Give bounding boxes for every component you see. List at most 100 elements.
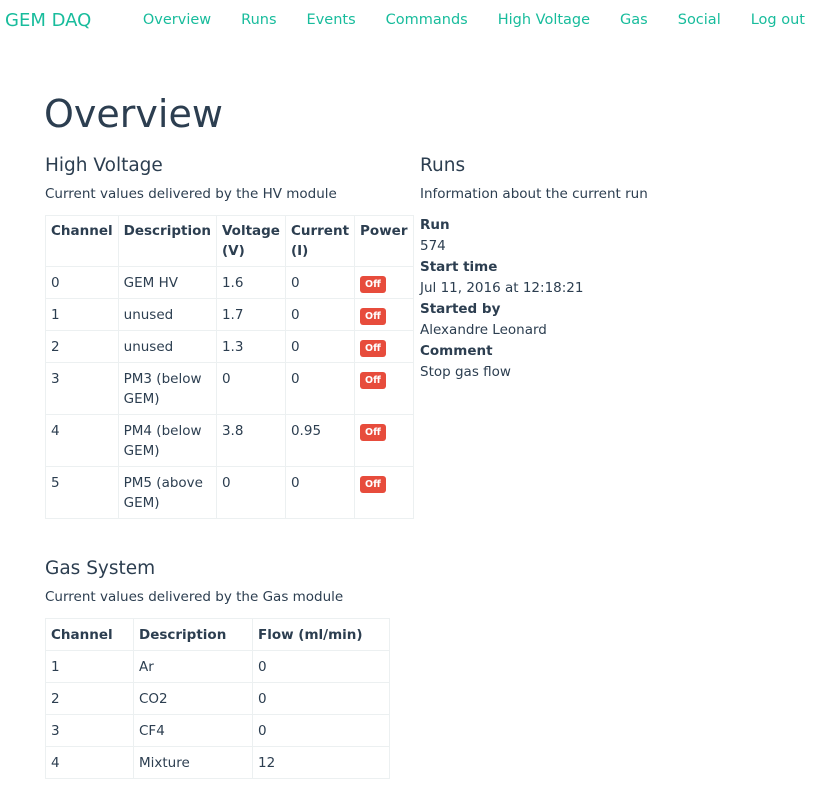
hv-current: 0.95 — [284, 414, 356, 467]
hv-channel: 0 — [45, 266, 119, 299]
power-off-badge[interactable]: Off — [360, 424, 386, 441]
hv-header-row: Channel Description Voltage (V) Current … — [45, 215, 414, 267]
hv-power-cell: Off — [354, 330, 414, 363]
gas-col-channel: Channel — [45, 618, 134, 651]
hv-power-cell: Off — [354, 298, 414, 331]
run-details: Run 574 Start time Jul 11, 2016 at 12:18… — [420, 215, 800, 383]
nav-link-overview[interactable]: Overview — [143, 12, 211, 28]
table-row: 3 PM3 (below GEM) 0 0 Off — [45, 362, 414, 415]
hv-description: GEM HV — [117, 266, 217, 299]
hv-voltage: 1.7 — [215, 298, 286, 331]
gas-flow: 0 — [252, 650, 390, 683]
hv-power-cell: Off — [354, 362, 414, 415]
gas-col-description: Description — [133, 618, 253, 651]
gas-lead: Current values delivered by the Gas modu… — [45, 589, 344, 605]
hv-channel: 5 — [45, 466, 119, 519]
nav-link-commands[interactable]: Commands — [386, 12, 468, 28]
gas-flow: 0 — [252, 714, 390, 747]
brand-link[interactable]: GEM DAQ — [5, 10, 91, 31]
hv-col-power: Power — [354, 215, 414, 267]
hv-power-cell: Off — [354, 414, 414, 467]
gas-table: Channel Description Flow (ml/min) 1 Ar 0… — [45, 618, 390, 779]
runs-heading: Runs — [420, 155, 466, 176]
power-off-badge[interactable]: Off — [360, 340, 386, 357]
table-row: 1 Ar 0 — [45, 650, 390, 683]
gas-description: CO2 — [133, 682, 253, 715]
hv-col-current: Current (I) — [284, 215, 356, 267]
table-row: 3 CF4 0 — [45, 714, 390, 747]
comment-value: Stop gas flow — [420, 364, 511, 380]
hv-description: PM5 (above GEM) — [117, 466, 217, 519]
hv-voltage: 0 — [215, 362, 286, 415]
gas-header-row: Channel Description Flow (ml/min) — [45, 618, 390, 651]
start-time-value: Jul 11, 2016 at 12:18:21 — [420, 280, 584, 296]
gas-col-flow: Flow (ml/min) — [252, 618, 390, 651]
power-off-badge[interactable]: Off — [360, 476, 386, 493]
table-row: 4 PM4 (below GEM) 3.8 0.95 Off — [45, 414, 414, 467]
gas-system-section: Gas System Current values delivered by t… — [45, 558, 390, 779]
hv-description: unused — [117, 330, 217, 363]
started-by-value: Alexandre Leonard — [420, 322, 547, 338]
hv-table: Channel Description Voltage (V) Current … — [45, 215, 414, 519]
power-off-badge[interactable]: Off — [360, 308, 386, 325]
hv-voltage: 0 — [215, 466, 286, 519]
hv-power-cell: Off — [354, 266, 414, 299]
hv-channel: 1 — [45, 298, 119, 331]
hv-description: PM4 (below GEM) — [117, 414, 217, 467]
hv-voltage: 1.6 — [215, 266, 286, 299]
gas-flow: 0 — [252, 682, 390, 715]
run-label: Run — [420, 217, 450, 233]
hv-description: PM3 (below GEM) — [117, 362, 217, 415]
hv-voltage: 1.3 — [215, 330, 286, 363]
runs-lead: Information about the current run — [420, 186, 648, 202]
hv-col-channel: Channel — [45, 215, 119, 267]
power-off-badge[interactable]: Off — [360, 372, 386, 389]
gas-channel: 3 — [45, 714, 134, 747]
table-row: 0 GEM HV 1.6 0 Off — [45, 266, 414, 299]
gas-flow: 12 — [252, 746, 390, 779]
gas-channel: 4 — [45, 746, 134, 779]
power-off-badge[interactable]: Off — [360, 276, 386, 293]
nav-link-gas[interactable]: Gas — [620, 12, 648, 28]
hv-current: 0 — [284, 330, 356, 363]
nav-link-high-voltage[interactable]: High Voltage — [498, 12, 590, 28]
table-row: 2 unused 1.3 0 Off — [45, 330, 414, 363]
page-title: Overview — [44, 92, 223, 136]
hv-lead: Current values delivered by the HV modul… — [45, 186, 337, 202]
gas-description: Mixture — [133, 746, 253, 779]
hv-channel: 3 — [45, 362, 119, 415]
table-row: 2 CO2 0 — [45, 682, 390, 715]
gas-description: CF4 — [133, 714, 253, 747]
comment-label: Comment — [420, 343, 493, 359]
hv-col-description: Description — [117, 215, 217, 267]
hv-description: unused — [117, 298, 217, 331]
nav-links: Overview Runs Events Commands High Volta… — [113, 12, 805, 28]
high-voltage-section: High Voltage Current values delivered by… — [45, 155, 414, 519]
gas-channel: 2 — [45, 682, 134, 715]
hv-current: 0 — [284, 466, 356, 519]
table-row: 5 PM5 (above GEM) 0 0 Off — [45, 466, 414, 519]
hv-channel: 4 — [45, 414, 119, 467]
hv-current: 0 — [284, 266, 356, 299]
gas-heading: Gas System — [45, 558, 156, 579]
nav-link-runs[interactable]: Runs — [241, 12, 276, 28]
nav-link-social[interactable]: Social — [678, 12, 721, 28]
navbar: GEM DAQ Overview Runs Events Commands Hi… — [0, 0, 816, 44]
hv-voltage: 3.8 — [215, 414, 286, 467]
started-by-label: Started by — [420, 301, 501, 317]
table-row: 1 unused 1.7 0 Off — [45, 298, 414, 331]
nav-link-logout[interactable]: Log out — [751, 12, 805, 28]
gas-description: Ar — [133, 650, 253, 683]
table-row: 4 Mixture 12 — [45, 746, 390, 779]
runs-section: Runs Information about the current run R… — [420, 155, 800, 383]
hv-heading: High Voltage — [45, 155, 163, 176]
nav-link-events[interactable]: Events — [307, 12, 356, 28]
gas-channel: 1 — [45, 650, 134, 683]
start-time-label: Start time — [420, 259, 498, 275]
hv-current: 0 — [284, 298, 356, 331]
run-value: 574 — [420, 238, 446, 254]
hv-col-voltage: Voltage (V) — [215, 215, 286, 267]
hv-channel: 2 — [45, 330, 119, 363]
hv-current: 0 — [284, 362, 356, 415]
hv-power-cell: Off — [354, 466, 414, 519]
